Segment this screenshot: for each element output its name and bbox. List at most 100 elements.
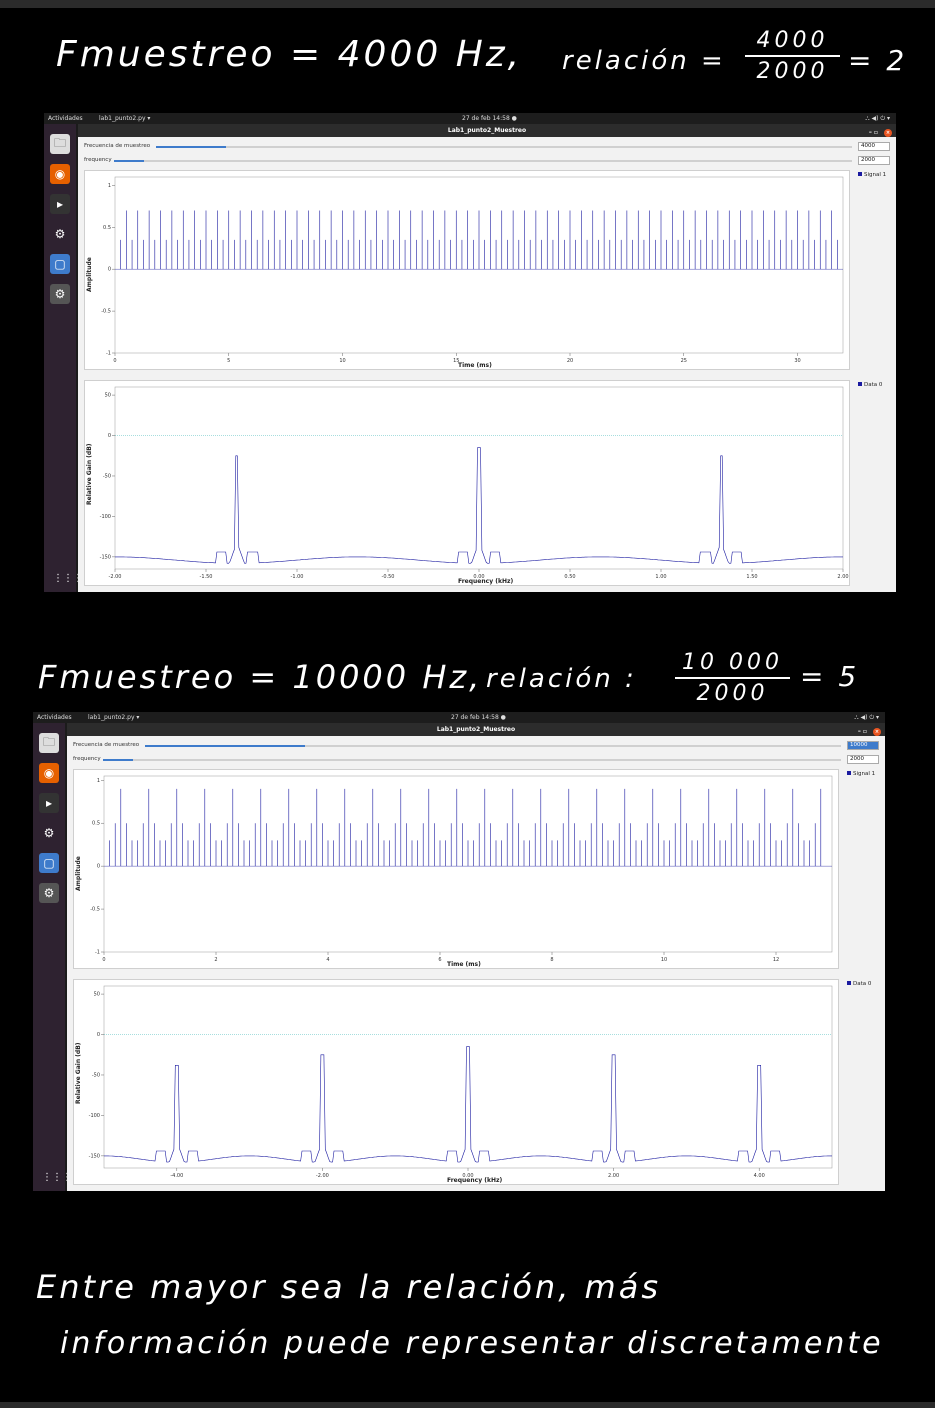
activities-button[interactable]: Actividades [48,115,83,122]
y-tick-label: 50 [105,393,111,399]
x-tick-label: -4.00 [170,1173,183,1179]
gnuradio-icon[interactable]: ⚙ [39,823,59,843]
clock[interactable]: 27 de feb 14:58 ● [462,115,517,122]
sample-rate-control-label: Frecuencia de muestreo [84,143,151,149]
gnuradio-active-icon[interactable]: ⚙ [50,284,70,304]
clock[interactable]: 27 de feb 14:58 ● [451,714,506,721]
sample-rate-control-slider[interactable] [156,146,852,148]
heading2-left: Fmuestreo = 10000 Hz, [38,658,483,696]
screenshot-4000hz: Actividades lab1_punto2.py ▾ 27 de feb 14:… [44,113,896,592]
app-menu[interactable]: lab1_punto2.py ▾ [99,115,150,122]
system-tray[interactable]: ⛬ ◀) ⏻ ▾ [865,115,890,123]
y-tick-label: -50 [92,1072,100,1078]
freq-legend[interactable]: Data 0 [847,981,871,987]
minimize-maximize-buttons[interactable]: – ▫ [858,728,867,735]
system-tray[interactable]: ⛬ ◀) ⏻ ▾ [854,714,879,722]
legend-swatch [847,771,851,775]
heading1-result: = 2 [848,44,908,77]
y-tick-label: -100 [89,1113,100,1119]
frequency-control-spinbox[interactable]: 2000 [858,156,890,165]
time-plot[interactable]: 0 2 4 6 8 10 12 1 0.5 0 -0.5 -1 [73,769,839,969]
time-legend[interactable]: Signal 1 [847,771,875,777]
window-buttons: – ▫ × [869,126,892,139]
screenshot-icon[interactable]: ▢ [50,254,70,274]
sample-rate-control: Frecuencia de muestreo 10000 [73,741,879,751]
x-tick-label: 1.50 [746,574,757,580]
sample-rate-control-label: Frecuencia de muestreo [73,742,140,748]
minimize-maximize-buttons[interactable]: – ▫ [869,129,878,136]
y-tick-label: 0 [108,433,111,439]
x-tick-label: 20 [567,358,573,364]
y-tick-label: -100 [100,514,111,520]
files-icon[interactable]: 🗀 [39,733,59,753]
freq-plot-svg: -4.00 -2.00 0.00 2.00 4.00500-50-100-150 [89,985,833,1179]
time-y-axis-label: Amplitude [86,257,93,292]
window-title: Lab1_punto2_Muestreo [447,127,527,134]
plot-frame [114,386,844,570]
heading2-ratio-label: relación : [486,664,637,694]
screenshot-10000hz: Actividades lab1_punto2.py ▾ 27 de feb 14:… [33,712,885,1191]
y-tick-label: 50 [94,992,100,998]
time-y-axis-label: Amplitude [75,856,82,891]
conclusion-line2: información puede representar discretame… [60,1326,884,1361]
heading2-den: 2000 [696,681,769,706]
heading1-fraction: 4000 2000 [745,28,840,84]
heading1-den: 2000 [756,59,829,84]
heading1-ratio-label: relación = [562,46,726,76]
firefox-icon[interactable]: ◉ [39,763,59,783]
x-tick-label: 2.00 [837,574,848,580]
sample-rate-control-spinbox[interactable]: 4000 [858,142,890,151]
time-plot[interactable]: 0 5 10 15 20 25 30 1 0.5 0 -0.5 -1 [84,170,850,370]
x-tick-label: -1.00 [291,574,304,580]
window-titlebar: Lab1_punto2_Muestreo – ▫ × [78,124,896,137]
firefox-icon[interactable]: ◉ [50,164,70,184]
activities-button[interactable]: Actividades [37,714,72,721]
freq-x-axis-label: Frequency (kHz) [458,578,514,585]
x-tick-label: 0 [113,358,116,364]
gnuradio-active-icon[interactable]: ⚙ [39,883,59,903]
gnuradio-icon[interactable]: ⚙ [50,224,70,244]
legend-swatch [858,382,862,386]
frequency-control-slider[interactable] [103,759,841,761]
y-tick-label: -1 [106,351,111,357]
y-tick-label: 0 [97,864,100,870]
x-tick-label: 12 [773,957,779,963]
top-bar: Actividades lab1_punto2.py ▾ 27 de feb 14:… [33,712,885,723]
freq-plot[interactable]: -2.00 -1.50 -1.00 -0.50 0.00 0.50 1.00 1.50 2.00… [84,380,850,586]
legend-label: Signal 1 [853,771,876,777]
freq-y-axis-label: Relative Gain (dB) [86,443,93,505]
heading2-result: = 5 [800,660,860,693]
frequency-control: frequency 2000 [73,755,879,765]
x-tick-label: 4.00 [754,1173,765,1179]
app-window: Lab1_punto2_Muestreo – ▫ × Frecuencia de mu… [67,723,885,1191]
terminal-icon[interactable]: ▸ [50,194,70,214]
frequency-control-spinbox[interactable]: 2000 [847,755,879,764]
x-tick-label: 30 [794,358,800,364]
legend-label: Data 0 [853,981,872,987]
screenshot-icon[interactable]: ▢ [39,853,59,873]
close-button[interactable]: × [884,128,892,137]
spectrum-trace [115,447,843,564]
heading2-fraction: 10 000 2000 [675,650,790,706]
freq-x-axis-label: Frequency (kHz) [447,1177,503,1184]
frequency-control-slider[interactable] [114,160,852,162]
sample-rate-control-spinbox[interactable]: 10000 [847,741,879,750]
app-menu[interactable]: lab1_punto2.py ▾ [88,714,139,721]
terminal-icon[interactable]: ▸ [39,793,59,813]
freq-legend[interactable]: Data 0 [858,382,882,388]
frequency-control: frequency 2000 [84,156,890,166]
sample-rate-control-slider[interactable] [145,745,841,747]
time-legend[interactable]: Signal 1 [858,172,886,178]
legend-swatch [847,981,851,985]
y-tick-label: 1 [97,778,100,784]
x-tick-label: -2.00 [109,574,122,580]
files-icon[interactable]: 🗀 [50,134,70,154]
window-title: Lab1_punto2_Muestreo [436,726,516,733]
y-tick-label: 0 [108,267,111,273]
close-button[interactable]: × [873,727,881,736]
x-tick-label: 2.00 [608,1173,619,1179]
freq-plot[interactable]: -4.00 -2.00 0.00 2.00 4.00 50 0 -50 -100 -150 [73,979,839,1185]
frequency-control-slider-fill [114,160,144,162]
plot-frame [103,985,833,1169]
top-strip [0,0,935,8]
